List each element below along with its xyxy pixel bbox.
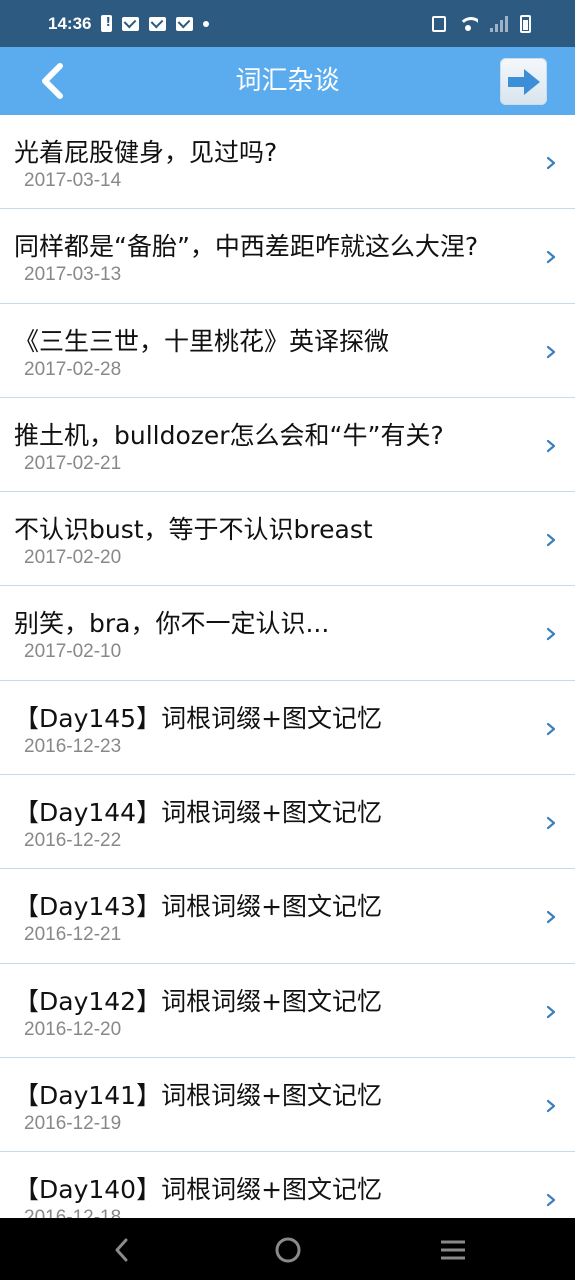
nav-back-button[interactable] — [102, 1232, 142, 1268]
forward-button[interactable] — [500, 58, 547, 105]
status-right — [432, 14, 531, 33]
chevron-right-icon — [546, 628, 556, 641]
article-title: 【Day144】词根词缀+图文记忆 — [14, 798, 383, 828]
list-item[interactable]: 【Day142】词根词缀+图文记忆 2016-12-20 — [0, 964, 575, 1058]
nav-home-button[interactable] — [268, 1232, 308, 1268]
app-header: 词汇杂谈 — [0, 47, 575, 115]
mail-icon — [176, 16, 194, 31]
status-time: 14:36 — [48, 13, 92, 33]
nav-home-icon — [275, 1237, 301, 1263]
article-title: 【Day140】词根词缀+图文记忆 — [14, 1175, 383, 1205]
dot-icon — [203, 20, 210, 27]
article-title: 【Day145】词根词缀+图文记忆 — [14, 703, 383, 733]
article-date: 2016-12-18 — [24, 1207, 122, 1218]
list-item[interactable]: 同样都是“备胎”，中西差距咋就这么大涅? 2017-03-13 — [0, 209, 575, 304]
nav-menu-icon — [441, 1240, 465, 1260]
article-title: 【Day142】词根词缀+图文记忆 — [14, 986, 383, 1016]
chevron-left-icon — [42, 63, 63, 99]
chevron-right-icon — [546, 1099, 556, 1113]
article-title: 光着屁股健身，见过吗? — [14, 138, 278, 167]
status-bar: 14:36 — [0, 0, 575, 47]
article-title: 【Day141】词根词缀+图文记忆 — [14, 1080, 383, 1110]
article-date: 2017-02-20 — [24, 547, 122, 569]
vibrate-icon — [432, 15, 446, 32]
chevron-right-icon — [546, 1005, 556, 1018]
article-date: 2017-02-21 — [24, 452, 122, 474]
signal-icon — [490, 15, 508, 32]
chevron-right-icon — [546, 439, 556, 452]
chevron-right-icon — [546, 534, 556, 547]
article-title: 【Day143】词根词缀+图文记忆 — [14, 892, 383, 922]
chevron-right-icon — [546, 345, 556, 358]
list-item[interactable]: 【Day140】词根词缀+图文记忆 2016-12-18 — [0, 1152, 575, 1218]
chevron-right-icon — [546, 722, 556, 735]
list-item[interactable]: 光着屁股健身，见过吗? 2017-03-14 — [0, 115, 575, 210]
list-item[interactable]: 【Day144】词根词缀+图文记忆 2016-12-22 — [0, 775, 575, 870]
chevron-right-icon — [546, 1194, 556, 1207]
battery-icon — [520, 14, 531, 33]
article-date: 2016-12-23 — [24, 735, 122, 757]
arrow-right-icon — [507, 68, 540, 95]
list-item[interactable]: 【Day145】词根词缀+图文记忆 2016-12-23 — [0, 681, 575, 776]
article-list: 光着屁股健身，见过吗? 2017-03-14 同样都是“备胎”，中西差距咋就这么大涅… — [0, 115, 575, 1218]
list-item[interactable]: 别笑，bra，你不一定认识... 2017-02-10 — [0, 586, 575, 681]
chevron-right-icon — [546, 156, 556, 170]
battery-alert-icon — [101, 15, 113, 32]
mail-icon — [149, 16, 167, 31]
chevron-right-icon — [546, 251, 556, 264]
article-date: 2017-02-10 — [24, 641, 122, 663]
article-title: 不认识bust，等于不认识breast — [14, 515, 373, 545]
article-title: 推土机，bulldozer怎么会和“牛”有关? — [14, 420, 444, 450]
chevron-right-icon — [546, 816, 556, 830]
list-item[interactable]: 【Day143】词根词缀+图文记忆 2016-12-21 — [0, 869, 575, 964]
article-date: 2016-12-19 — [24, 1112, 122, 1134]
article-date: 2016-12-22 — [24, 830, 122, 852]
system-nav-bar — [0, 1218, 575, 1280]
article-date: 2016-12-21 — [24, 924, 122, 946]
list-item[interactable]: 推土机，bulldozer怎么会和“牛”有关? 2017-02-21 — [0, 398, 575, 493]
wifi-icon — [458, 16, 478, 31]
article-date: 2017-02-28 — [24, 358, 122, 380]
article-title: 同样都是“备胎”，中西差距咋就这么大涅? — [14, 232, 479, 262]
back-button[interactable] — [28, 57, 76, 105]
chevron-right-icon — [546, 911, 556, 924]
article-date: 2017-03-14 — [24, 170, 122, 191]
nav-menu-button[interactable] — [433, 1232, 473, 1268]
mail-icon — [122, 16, 140, 31]
status-left: 14:36 — [48, 13, 210, 34]
nav-back-icon — [115, 1238, 128, 1262]
article-title: 别笑，bra，你不一定认识... — [14, 609, 330, 639]
page-title: 词汇杂谈 — [235, 66, 340, 96]
article-title: 《三生三世，十里桃花》英译探微 — [14, 326, 390, 356]
list-item[interactable]: 【Day141】词根词缀+图文记忆 2016-12-19 — [0, 1058, 575, 1153]
list-item[interactable]: 不认识bust，等于不认识breast 2017-02-20 — [0, 492, 575, 587]
list-item[interactable]: 《三生三世，十里桃花》英译探微 2017-02-28 — [0, 304, 575, 398]
article-date: 2016-12-20 — [24, 1018, 122, 1040]
article-date: 2017-03-13 — [24, 264, 122, 286]
